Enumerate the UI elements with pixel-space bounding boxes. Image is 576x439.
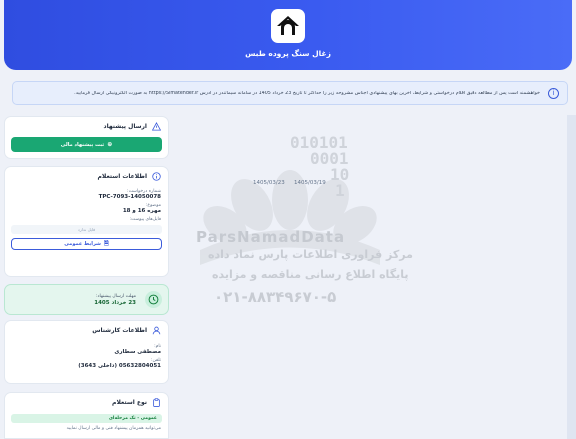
watermark-line-2: پایگاه اطلاع رسانی مناقصه و مزایده — [212, 268, 409, 281]
add-circle-icon: ⊕ — [107, 141, 113, 148]
general-conditions-button[interactable]: 🗎 شرایط عمومی — [11, 238, 162, 250]
info-circle-icon — [152, 171, 161, 181]
page-scrollbar[interactable] — [567, 115, 576, 439]
inquiry-type-card: نوع استعلام عمومی - تک مرحله‌ای می‌توانی… — [4, 392, 169, 439]
watermark-phone: ۰۲۱-۸۸۳۴۹۶۷۰-۵ — [214, 288, 337, 306]
submit-financial-offer-button[interactable]: ⊕ ثبت پیشنهاد مالی — [11, 137, 162, 152]
offer-card: ارسال پیشنهاد ⊕ ثبت پیشنهاد مالی — [4, 116, 169, 159]
expert-phone-value: 05632804051 (داخلی 3643) — [78, 363, 161, 369]
expert-name-value: مصطفی سطاری — [114, 349, 161, 355]
company-logo — [271, 9, 305, 43]
subject-value: مهره 16 و 18 — [122, 208, 161, 214]
offer-card-title: ارسال پیشنهاد — [103, 122, 147, 130]
inquiry-type-note: می‌توانید همزمان پیشنهاد فنی و مالی ارسا… — [66, 426, 161, 431]
instruction-notice: i خواهشمند است پس از مطالعه دقیق اقلام د… — [12, 81, 568, 105]
house-logo-icon — [277, 16, 299, 35]
page-header: زغال سنگ پروده طبس — [4, 0, 572, 70]
no-attachment-placeholder: فایل ندارد — [11, 225, 162, 234]
watermark-date-right: 1405/03/19 — [294, 180, 326, 186]
expert-card-title: اطلاعات کارشناس — [92, 326, 147, 334]
type-card-title: نوع استعلام — [112, 398, 147, 406]
submit-button-label: ثبت پیشنهاد مالی — [60, 141, 105, 148]
deadline-box: مهلت ارسال پیشنهاد: 23 خرداد 1405 — [4, 284, 169, 315]
request-number-value: TPC-7093-14050078 — [98, 194, 161, 200]
inquiry-info-card: اطلاعات استعلام شماره درخواست: TPC-7093-… — [4, 166, 169, 277]
expert-info-card: اطلاعات کارشناس نام: مصطفی سطاری تلفن: 0… — [4, 320, 169, 384]
clipboard-icon — [153, 397, 160, 407]
inquiry-type-badge: عمومی - تک مرحله‌ای — [11, 414, 162, 423]
deadline-label: مهلت ارسال پیشنهاد: — [95, 293, 136, 299]
company-title: زغال سنگ پروده طبس — [245, 49, 331, 58]
inquiry-card-title: اطلاعات استعلام — [97, 172, 147, 180]
svg-text:1: 1 — [335, 181, 345, 200]
watermark-line-1: مرکز فراوری اطلاعات پارس نماد داده — [208, 248, 413, 261]
watermark-date-left: 1405/03/23 — [253, 180, 285, 186]
user-icon — [152, 326, 161, 334]
info-icon: i — [548, 87, 559, 99]
warning-icon — [152, 121, 161, 131]
conditions-button-label: شرایط عمومی — [64, 241, 101, 247]
document-icon: 🗎 — [103, 240, 109, 247]
deadline-value: 23 خرداد 1405 — [94, 299, 136, 306]
clock-icon — [145, 291, 162, 308]
watermark-brand: ParsNamadData — [196, 228, 346, 246]
attachments-label: فایل‌های پیوست: — [129, 217, 161, 222]
notice-text: خواهشمند است پس از مطالعه دقیق اقلام درخ… — [74, 90, 540, 96]
